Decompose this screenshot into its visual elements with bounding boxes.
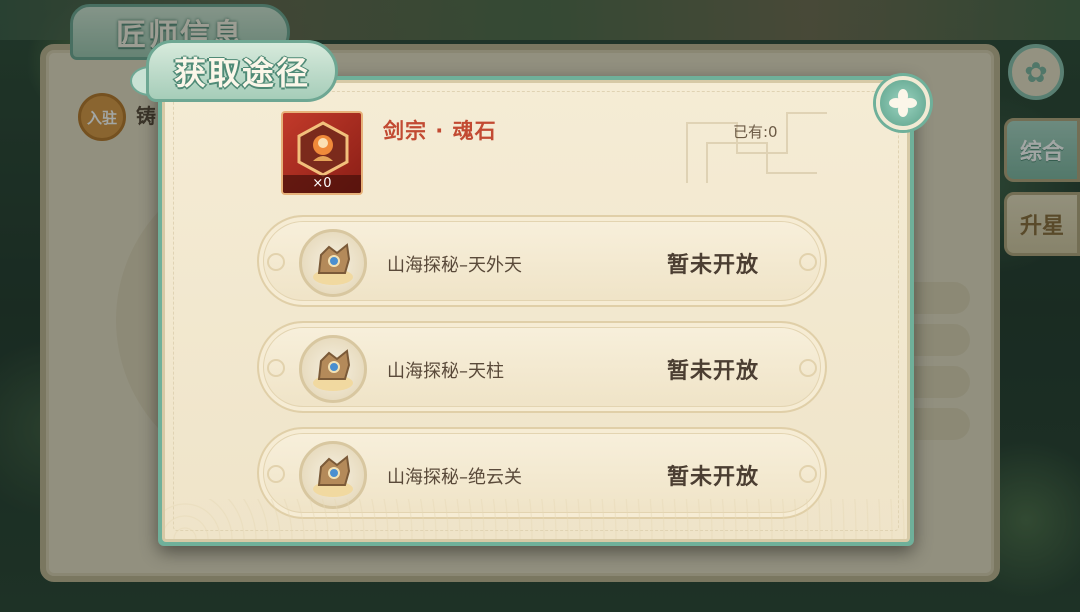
row-decoration-left [267,359,285,377]
modal-body: ×0 剑宗 · 魂石 已有:0 山海探秘–天外天 暂未开放 山海探秘–天柱 暂未… [162,80,910,542]
source-medallion [299,229,367,297]
mountain-beast-medallion-icon [313,455,353,497]
row-decoration-right [799,359,817,377]
source-name: 山海探秘–天柱 [387,361,504,382]
row-decoration-right [799,465,817,483]
row-decoration-left [267,253,285,271]
soul-stone-item-icon: ×0 [281,111,363,195]
soul-stone-hexagon-icon [297,121,349,177]
item-name: 剑宗 · 魂石 [383,119,497,143]
close-button[interactable] [876,76,930,130]
item-quantity: ×0 [283,175,361,193]
item-owned-count: 已有:0 [733,123,778,141]
source-status: 暂未开放 [667,253,760,278]
acquisition-modal: ×0 剑宗 · 魂石 已有:0 山海探秘–天外天 暂未开放 山海探秘–天柱 暂未… [158,76,914,546]
bottom-wave-decoration [165,499,907,539]
mountain-beast-medallion-icon [313,243,353,285]
source-name: 山海探秘–绝云关 [387,467,522,488]
source-status: 暂未开放 [667,359,760,384]
close-clover-icon [889,89,917,117]
source-row[interactable]: 山海探秘–天柱 暂未开放 [257,321,827,413]
row-decoration-right [799,253,817,271]
source-name: 山海探秘–天外天 [387,255,522,276]
mountain-beast-medallion-icon [313,349,353,391]
source-status: 暂未开放 [667,465,760,490]
modal-title: 获取途径 [146,40,338,102]
row-decoration-left [267,465,285,483]
source-row[interactable]: 山海探秘–天外天 暂未开放 [257,215,827,307]
source-medallion [299,335,367,403]
background-decoration [686,112,827,183]
